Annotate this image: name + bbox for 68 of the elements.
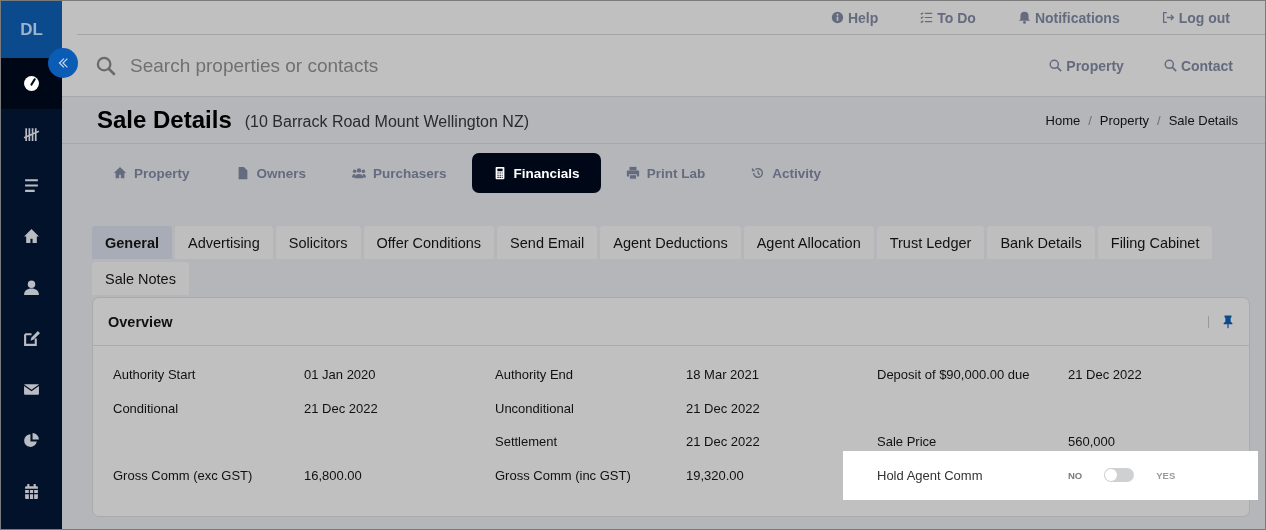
field-label: Conditional: [113, 400, 179, 416]
field-value: 560,000: [1068, 434, 1115, 450]
field-value: 21 Dec 2022: [1068, 367, 1142, 383]
breadcrumb-link[interactable]: Home: [1045, 112, 1081, 128]
tab[interactable]: Agent Deductions: [600, 226, 741, 259]
printer-icon: [625, 166, 640, 180]
search-icon: [1049, 59, 1063, 72]
person-icon: [23, 279, 40, 296]
breadcrumb-link[interactable]: Sale Details: [1168, 112, 1238, 128]
field-label: Unconditional: [495, 400, 574, 416]
pin-icon[interactable]: [1221, 314, 1235, 329]
field-label: Authority Start: [113, 367, 196, 383]
field-value: 21 Dec 2022: [686, 434, 760, 450]
user-avatar[interactable]: DL: [1, 1, 62, 58]
page-subtitle: (10 Barrack Road Mount Wellington NZ): [244, 113, 529, 131]
breadcrumb-link[interactable]: Property: [1099, 112, 1149, 128]
dashboard-gauge-icon: [23, 75, 40, 92]
tab[interactable]: Offer Conditions: [363, 226, 495, 259]
tally-marks-icon: [23, 126, 40, 143]
tab[interactable]: Bank Details: [987, 226, 1095, 259]
sidebar-item[interactable]: [1, 58, 62, 109]
users-icon: [352, 166, 367, 180]
page-title: Sale Details: [97, 106, 232, 134]
breadcrumb-separator: /: [1088, 112, 1092, 128]
search-field[interactable]: Search properties or contacts: [128, 53, 1010, 78]
field-value: 01 Jan 2020: [304, 367, 376, 383]
field-value: 21 Dec 2022: [304, 400, 378, 416]
tab[interactable]: Sale Notes: [92, 262, 189, 295]
tab[interactable]: General: [92, 226, 172, 259]
tab[interactable]: Trust Ledger: [876, 226, 985, 259]
search-icon: [1163, 59, 1177, 72]
bell-icon: [1017, 11, 1031, 24]
tab[interactable]: Advertising: [175, 226, 273, 259]
calendar-icon: [23, 483, 40, 500]
collapse-button[interactable]: [48, 48, 78, 78]
tab[interactable]: Send Email: [497, 226, 598, 259]
logout-icon: [1161, 11, 1175, 24]
edit-icon: [23, 330, 40, 347]
field-label: Sale Price: [877, 434, 937, 450]
field-label: Hold Agent Comm: [877, 467, 984, 483]
tab[interactable]: Solicitors: [275, 226, 361, 259]
pie-chart-icon: [23, 432, 40, 449]
toggle-switch[interactable]: [1104, 468, 1135, 483]
checklist-icon: [920, 11, 934, 24]
toggle-on-label: YES: [1156, 469, 1176, 481]
menu-icon: [23, 177, 40, 194]
home-icon: [23, 228, 40, 245]
tab[interactable]: Filing Cabinet: [1097, 226, 1213, 259]
mail-icon: [23, 381, 40, 398]
field-value: 21 Dec 2022: [686, 400, 760, 416]
field-value: 18 Mar 2021: [686, 367, 759, 383]
info-icon: [830, 11, 844, 24]
history-icon: [751, 166, 766, 180]
field-label: Authority End: [495, 367, 574, 383]
card-title: Overview: [108, 313, 173, 330]
field-label: Gross Comm (exc GST): [113, 467, 253, 483]
field-value: 16,800.00: [304, 467, 362, 483]
tab[interactable]: Agent Allocation: [743, 226, 874, 259]
double-chevron-icon: [56, 56, 70, 70]
breadcrumb-separator: /: [1157, 112, 1161, 128]
search-icon: [96, 55, 116, 76]
home-icon: [113, 166, 127, 180]
field-label: Deposit of $90,000.00 due: [877, 367, 1030, 383]
tab[interactable]: Financials: [471, 153, 601, 193]
field-value: 19,320.00: [686, 467, 744, 483]
field-label: Gross Comm (inc GST): [495, 467, 631, 483]
field-label: Settlement: [495, 434, 558, 450]
toggle-off-label: NO: [1068, 469, 1083, 481]
